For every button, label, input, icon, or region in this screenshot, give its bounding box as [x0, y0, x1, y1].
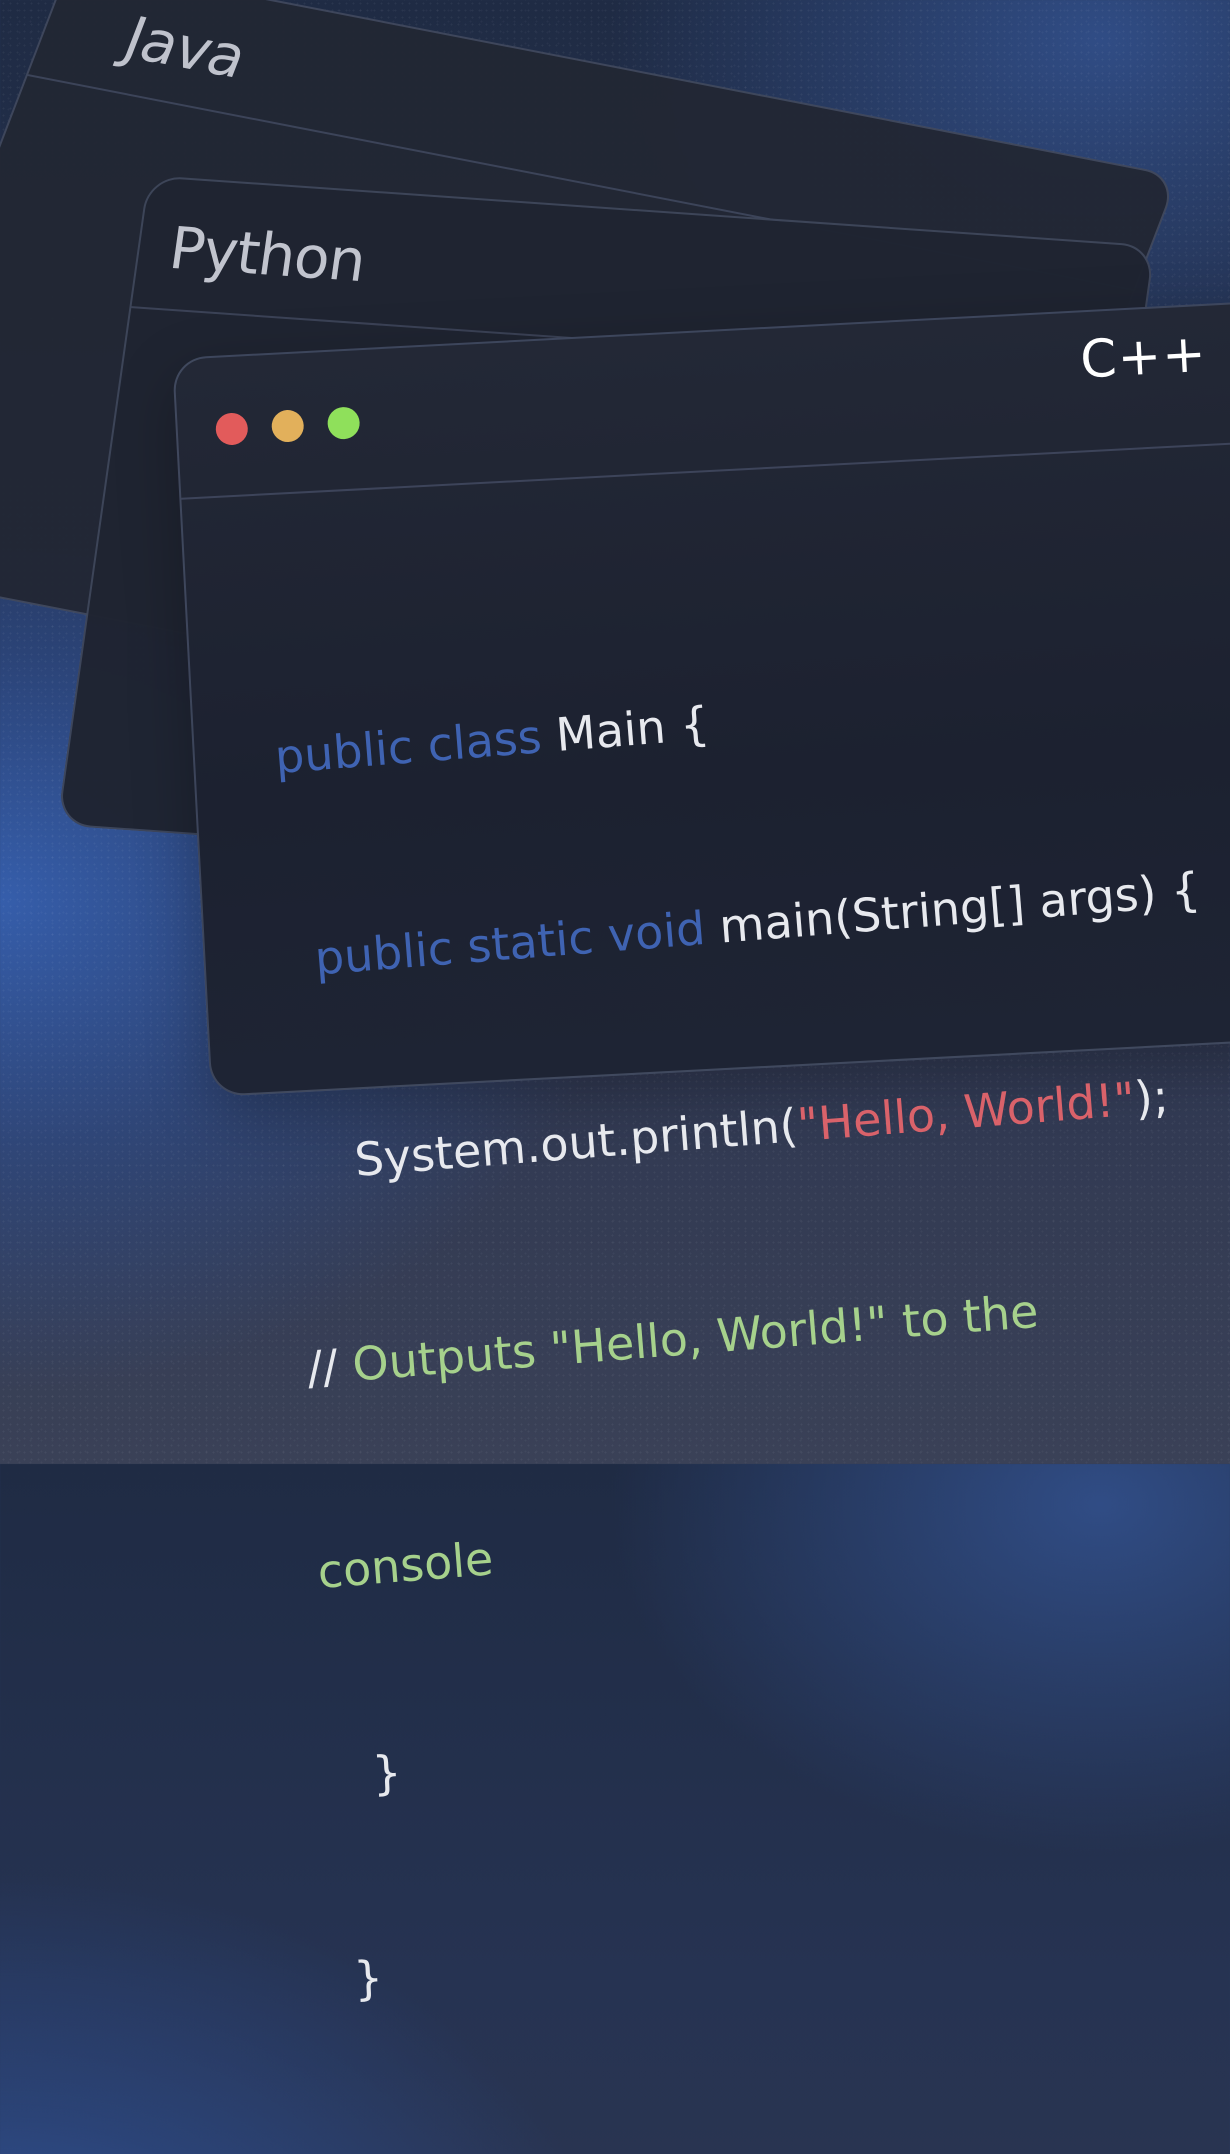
code-text: Main {	[539, 696, 712, 764]
code-text: main(String[] args) {	[702, 862, 1203, 955]
code-text: }	[327, 1744, 403, 1803]
cpp-window: C++ public class Main { public static vo…	[172, 299, 1230, 2006]
window-controls	[214, 406, 361, 446]
code-keyword: public static void	[312, 900, 708, 986]
code-block: public class Main { public static void m…	[266, 539, 1230, 2149]
java-window-title: Java	[114, 4, 256, 92]
code-text: System.out.println(	[352, 1098, 800, 1187]
cpp-window-title: C++	[1078, 323, 1209, 391]
code-line-4: // Outputs "Hello, World!" to the	[304, 1262, 1224, 1402]
code-line-3: System.out.println("Hello, World!");	[294, 1059, 1214, 1199]
code-line-5: console	[315, 1466, 1230, 1606]
code-line-7: }	[337, 1898, 1230, 2014]
comment-slashes: //	[304, 1338, 341, 1396]
code-line-6: }	[327, 1694, 1230, 1810]
code-text: );	[1132, 1069, 1171, 1126]
code-comment: Outputs "Hello, World!" to the	[335, 1283, 1041, 1393]
minimize-button[interactable]	[270, 409, 305, 443]
python-window-title: Python	[165, 213, 370, 296]
maximize-button[interactable]	[326, 406, 361, 440]
code-text: }	[337, 1950, 385, 2007]
code-comment: console	[315, 1531, 496, 1599]
code-line-1: public class Main {	[272, 651, 1192, 791]
close-button[interactable]	[214, 412, 249, 446]
code-string: "Hello, World!"	[795, 1071, 1137, 1153]
code-line-2: public static void main(String[] args) {	[283, 855, 1203, 995]
code-keyword: public class	[272, 709, 544, 785]
